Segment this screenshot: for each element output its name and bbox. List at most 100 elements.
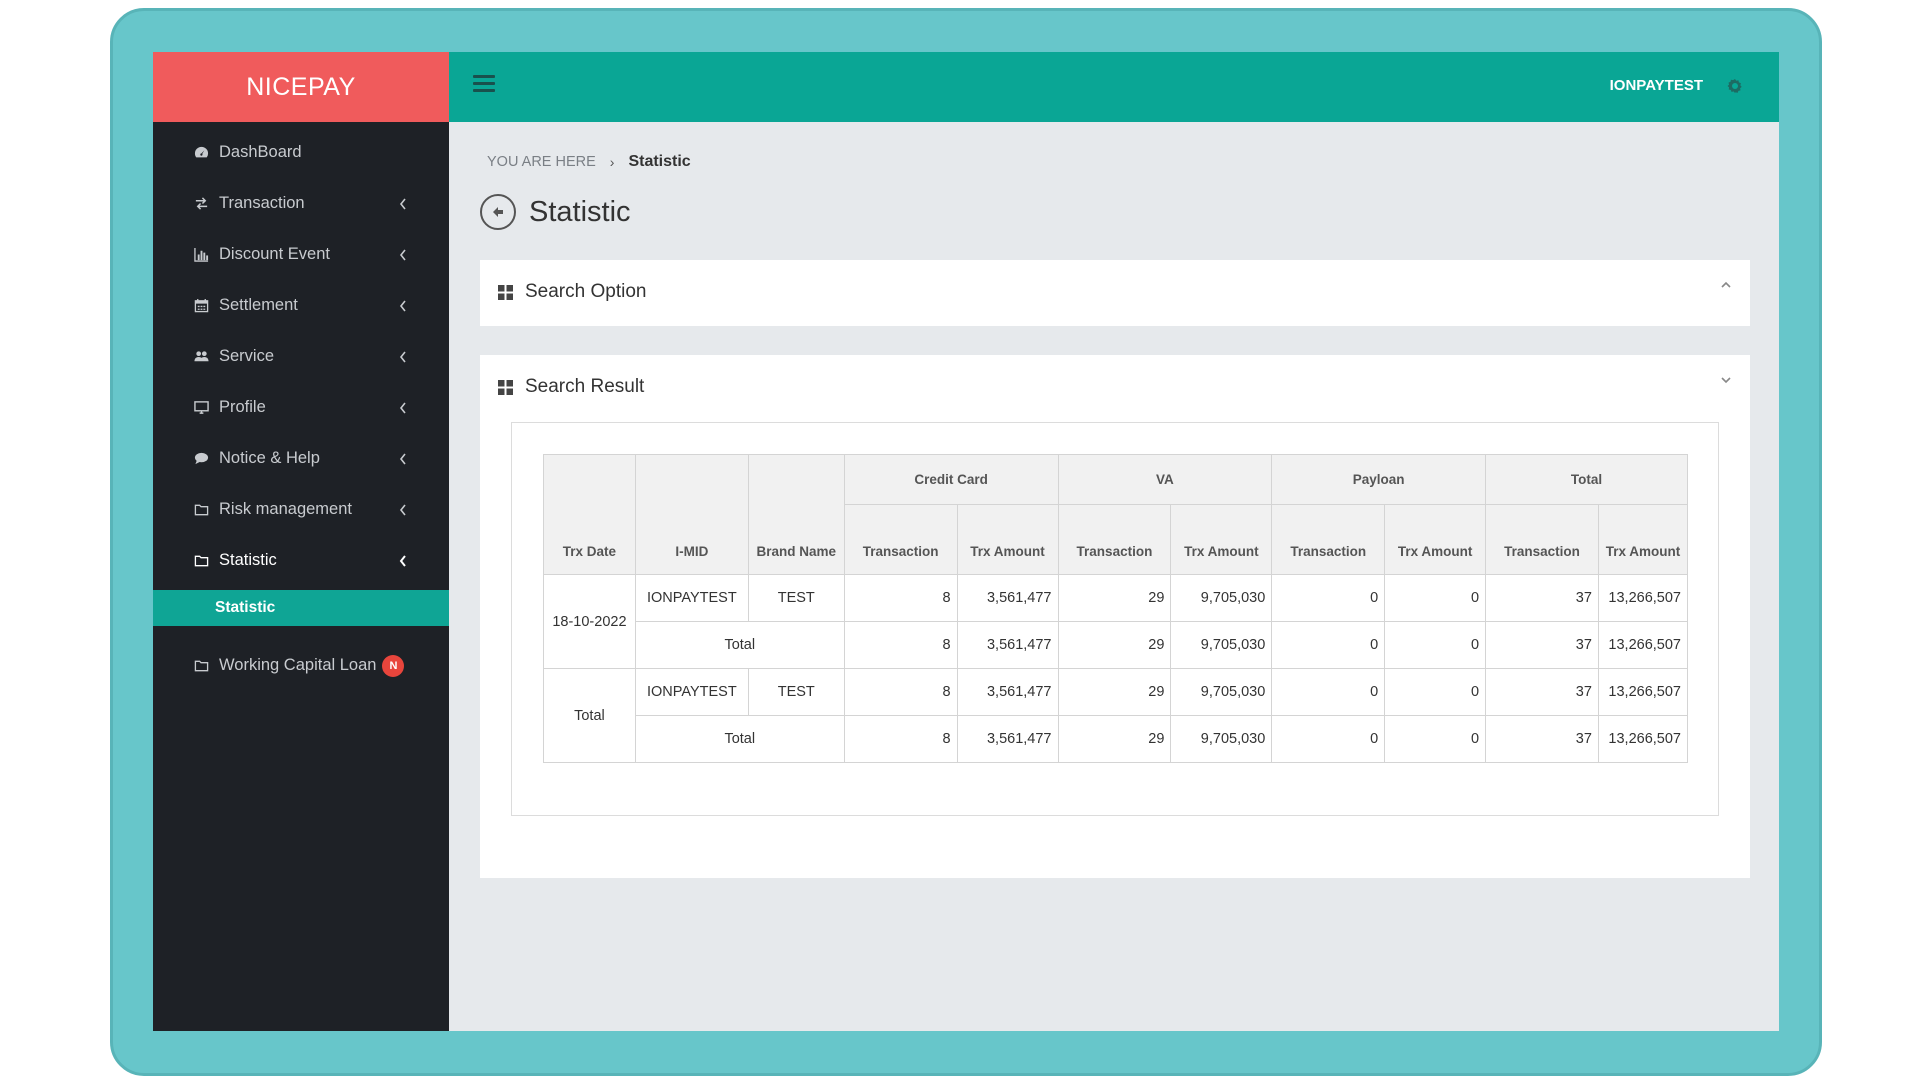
col-header-transaction: Transaction <box>1271 504 1386 575</box>
cell-payloan-amount: 0 <box>1384 715 1487 763</box>
result-table-container: Trx Date I-MID Brand Name Credit Card VA… <box>511 422 1719 816</box>
sidebar-item-label: Statistic <box>219 551 277 569</box>
gear-icon[interactable] <box>1725 76 1745 96</box>
sidebar-item-label: DashBoard <box>219 143 302 161</box>
cell-total-amount: 13,266,507 <box>1597 715 1689 763</box>
col-header-trx-amount: Trx Amount <box>1170 504 1273 575</box>
statistic-table: Trx Date I-MID Brand Name Credit Card VA… <box>543 454 1689 763</box>
sidebar-item-dashboard[interactable]: DashBoard <box>153 127 449 178</box>
user-menu[interactable]: IONPAYTEST <box>1610 77 1703 94</box>
cell-cc-transaction: 8 <box>843 621 958 669</box>
cell-cc-amount: 3,561,477 <box>956 574 1059 622</box>
cell-cc-transaction: 8 <box>843 668 958 716</box>
sidebar-item-settlement[interactable]: Settlement <box>153 280 449 331</box>
chevron-left-icon <box>399 504 409 516</box>
col-header-trx-date: Trx Date <box>543 454 636 575</box>
col-header-transaction: Transaction <box>1057 504 1172 575</box>
grid-icon <box>498 379 513 395</box>
comment-icon <box>193 451 209 467</box>
brand-logo[interactable]: NICEPAY <box>153 52 449 122</box>
col-group-payloan: Payloan <box>1271 454 1487 505</box>
cell-va-transaction: 29 <box>1057 574 1172 622</box>
sidebar-item-transaction[interactable]: Transaction <box>153 178 449 229</box>
col-header-trx-amount: Trx Amount <box>1597 504 1689 575</box>
col-header-trx-amount: Trx Amount <box>956 504 1059 575</box>
search-result-header[interactable]: Search Result <box>480 355 1750 419</box>
monitor-icon <box>193 400 209 416</box>
cell-va-transaction: 29 <box>1057 668 1172 716</box>
panel-title: Search Result <box>525 376 645 397</box>
chevron-left-icon <box>399 351 409 363</box>
sidebar-item-discount-event[interactable]: Discount Event <box>153 229 449 280</box>
sidebar-item-label: Service <box>219 347 275 365</box>
cell-va-transaction: 29 <box>1057 621 1172 669</box>
breadcrumb-current: Statistic <box>628 153 691 170</box>
sidebar-item-service[interactable]: Service <box>153 331 449 382</box>
cell-payloan-transaction: 0 <box>1271 715 1386 763</box>
table-row: 18-10-2022 IONPAYTEST TEST 8 3,561,477 2… <box>543 574 1689 669</box>
chevron-left-icon <box>399 198 409 210</box>
cell-trx-date: Total <box>543 668 636 763</box>
col-group-credit-card: Credit Card <box>843 454 1059 505</box>
cell-va-transaction: 29 <box>1057 715 1172 763</box>
col-header-trx-amount: Trx Amount <box>1384 504 1487 575</box>
cell-imid: IONPAYTEST <box>634 574 749 622</box>
chevron-left-icon <box>399 249 409 261</box>
cell-payloan-amount: 0 <box>1384 621 1487 669</box>
users-icon <box>193 349 209 365</box>
breadcrumb-separator: › <box>609 154 615 170</box>
sidebar-menu: DashBoard Transaction Discount Event Set… <box>153 122 449 691</box>
sidebar-item-risk-management[interactable]: Risk management <box>153 484 449 535</box>
panel-title: Search Option <box>525 281 647 302</box>
sidebar-item-notice-help[interactable]: Notice & Help <box>153 433 449 484</box>
page-title: Statistic <box>529 195 631 228</box>
sidebar-item-label: Settlement <box>219 296 298 314</box>
cell-cc-amount: 3,561,477 <box>956 668 1059 716</box>
col-group-va: VA <box>1057 454 1273 505</box>
grid-icon <box>498 284 513 300</box>
sidebar-item-working-capital-loan[interactable]: Working Capital Loan N <box>153 640 449 691</box>
cell-brand: TEST <box>747 574 845 622</box>
sidebar-item-label: Notice & Help <box>219 449 320 467</box>
sidebar-item-statistic[interactable]: Statistic <box>153 535 449 586</box>
cell-cc-amount: 3,561,477 <box>956 621 1059 669</box>
col-header-transaction: Transaction <box>843 504 958 575</box>
cell-total-amount: 13,266,507 <box>1597 668 1689 716</box>
chevron-left-icon <box>399 453 409 465</box>
table-row: Total 8 3,561,477 29 9,705,030 0 0 37 13… <box>544 621 1689 669</box>
cell-payloan-amount: 0 <box>1384 668 1487 716</box>
cell-payloan-transaction: 0 <box>1271 668 1386 716</box>
col-group-total: Total <box>1485 454 1688 505</box>
cell-payloan-transaction: 0 <box>1271 574 1386 622</box>
cell-total-amount: 13,266,507 <box>1597 621 1689 669</box>
folder-icon <box>193 553 209 569</box>
cell-imid: IONPAYTEST <box>634 668 749 716</box>
col-header-brand-name: Brand Name <box>747 454 845 575</box>
search-option-header[interactable]: Search Option <box>480 260 1750 324</box>
sidebar-item-label: Working Capital Loan <box>219 656 377 674</box>
bar-chart-icon <box>193 247 209 263</box>
cell-va-amount: 9,705,030 <box>1170 574 1273 622</box>
cell-total-transaction: 37 <box>1485 715 1599 763</box>
main-content: YOU ARE HERE › Statistic Statistic Searc… <box>449 122 1779 1031</box>
cell-total-transaction: 37 <box>1485 621 1599 669</box>
hamburger-menu-icon[interactable] <box>473 75 495 95</box>
sidebar: NICEPAY DashBoard Transaction Discount E… <box>153 52 449 1031</box>
col-header-transaction: Transaction <box>1485 504 1599 575</box>
cell-trx-date: 18-10-2022 <box>543 574 636 669</box>
folder-icon <box>193 502 209 518</box>
table-row: Total 8 3,561,477 29 9,705,030 0 0 37 13… <box>544 715 1689 763</box>
table-row: Total IONPAYTEST TEST 8 3,561,477 29 9,7… <box>543 668 1689 763</box>
sidebar-subitem-statistic[interactable]: Statistic <box>153 590 449 626</box>
back-arrow-icon[interactable] <box>480 194 516 230</box>
sidebar-item-profile[interactable]: Profile <box>153 382 449 433</box>
chevron-left-icon <box>399 300 409 312</box>
exchange-icon <box>193 196 209 212</box>
new-badge: N <box>382 654 405 677</box>
breadcrumb-prefix: YOU ARE HERE <box>487 154 596 170</box>
cell-subtotal-label: Total <box>634 715 845 763</box>
page-header: Statistic <box>480 194 631 230</box>
chevron-up-icon[interactable] <box>1720 278 1732 290</box>
chevron-down-icon[interactable] <box>1720 373 1732 385</box>
cell-cc-transaction: 8 <box>843 715 958 763</box>
